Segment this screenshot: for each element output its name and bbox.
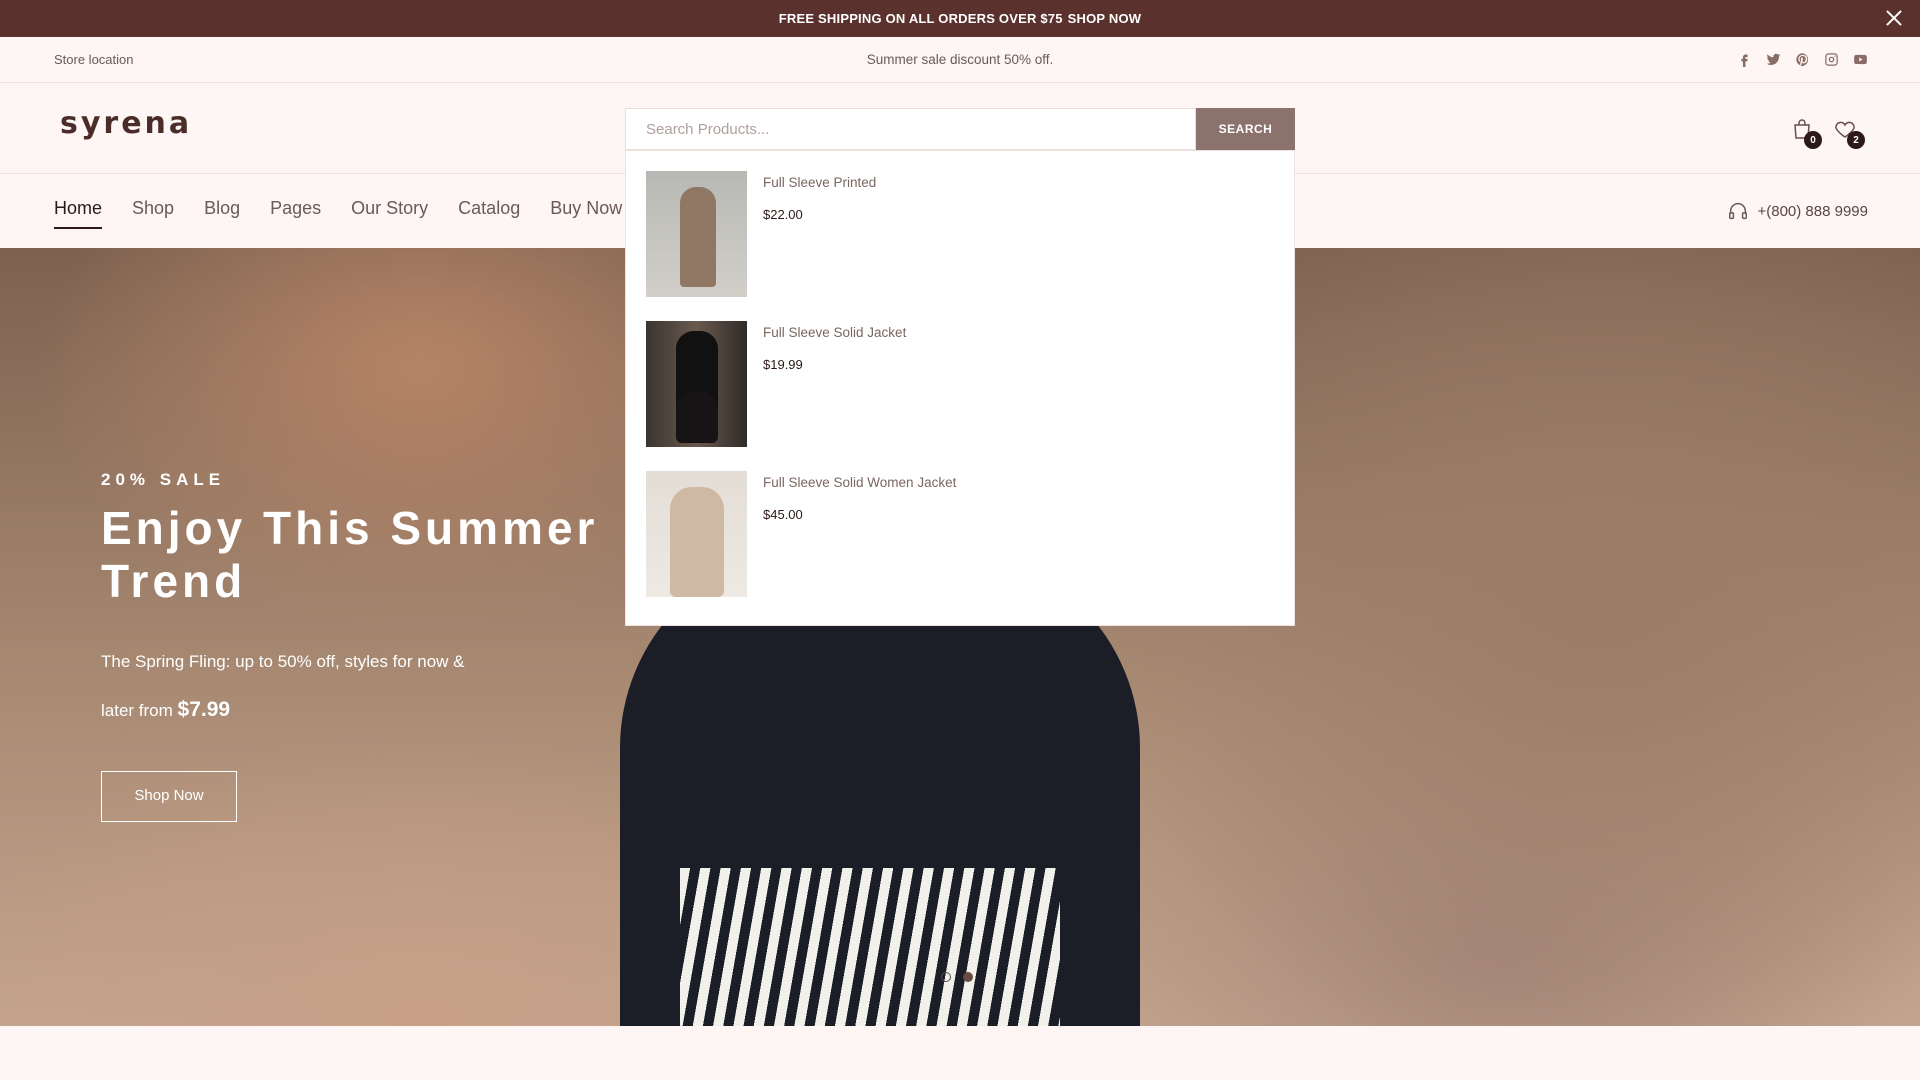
nav-item-home[interactable]: Home (54, 198, 103, 229)
facebook-icon[interactable] (1737, 52, 1752, 67)
hero-image-skirt (680, 868, 1060, 1026)
slide-dot-2[interactable] (963, 972, 973, 982)
product-thumbnail (646, 471, 747, 597)
shop-now-button[interactable]: Shop Now (101, 771, 237, 822)
phone-contact[interactable]: +(800) 888 9999 (1727, 200, 1868, 222)
search-button[interactable]: SEARCH (1196, 108, 1295, 150)
promo-text: Summer sale discount 50% off. (866, 52, 1054, 67)
search-results-dropdown: Full Sleeve Printed $22.00 Full Sleeve S… (625, 150, 1295, 626)
hero-subtitle: The Spring Fling: up to 50% off, styles … (101, 638, 531, 735)
nav-item-blog[interactable]: Blog (204, 198, 240, 229)
product-price: $45.00 (763, 507, 803, 522)
pinterest-icon[interactable] (1795, 52, 1810, 67)
cart-button[interactable]: 0 (1790, 117, 1822, 149)
store-location-link[interactable]: Store location (54, 52, 134, 67)
search-result-item[interactable]: Full Sleeve Printed $22.00 (646, 171, 1246, 297)
wishlist-count-badge: 2 (1847, 131, 1865, 149)
close-icon[interactable] (1882, 6, 1906, 30)
search-bar: SEARCH (625, 108, 1295, 150)
nav-item-catalog[interactable]: Catalog (458, 198, 520, 229)
search-input[interactable] (625, 108, 1196, 150)
announcement-bar: FREE SHIPPING ON ALL ORDERS OVER $75 SHO… (0, 0, 1920, 37)
youtube-icon[interactable] (1853, 52, 1868, 67)
hero-title: Enjoy This Summer Trend (101, 502, 599, 607)
phone-number: +(800) 888 9999 (1757, 202, 1868, 220)
hero-price: $7.99 (177, 698, 231, 721)
hero-subtitle-line1: The Spring Fling: up to 50% off, styles … (101, 652, 465, 671)
instagram-icon[interactable] (1824, 52, 1839, 67)
site-logo[interactable]: syrena (60, 106, 192, 141)
product-name[interactable]: Full Sleeve Solid Jacket (763, 325, 906, 340)
hero-tag: 20% SALE (101, 470, 226, 489)
shop-now-link[interactable]: SHOP NOW (1068, 11, 1142, 26)
product-name[interactable]: Full Sleeve Solid Women Jacket (763, 475, 956, 490)
nav-menu: Home Shop Blog Pages Our Story Catalog B… (54, 198, 652, 229)
hero-subtitle-line2: later from (101, 701, 173, 720)
nav-item-shop[interactable]: Shop (132, 198, 174, 229)
nav-item-buy-now[interactable]: Buy Now (550, 198, 622, 229)
top-bar: Store location Summer sale discount 50% … (0, 37, 1920, 83)
slide-dot-1[interactable] (941, 972, 951, 982)
headphones-icon (1729, 203, 1748, 220)
product-price: $22.00 (763, 207, 803, 222)
product-thumbnail (646, 321, 747, 447)
search-result-item[interactable]: Full Sleeve Solid Women Jacket $45.00 (646, 471, 1246, 597)
product-name[interactable]: Full Sleeve Printed (763, 175, 876, 190)
social-links (1737, 52, 1868, 67)
product-thumbnail (646, 171, 747, 297)
nav-item-pages[interactable]: Pages (270, 198, 321, 229)
wishlist-button[interactable]: 2 (1833, 117, 1865, 149)
product-price: $19.99 (763, 357, 803, 372)
announcement-text: FREE SHIPPING ON ALL ORDERS OVER $75 (778, 11, 1063, 26)
search-result-item[interactable]: Full Sleeve Solid Jacket $19.99 (646, 321, 1246, 447)
twitter-icon[interactable] (1766, 52, 1781, 67)
cart-count-badge: 0 (1804, 131, 1822, 149)
hero-content: 20% SALE Enjoy This Summer Trend The Spr… (101, 470, 601, 822)
nav-item-our-story[interactable]: Our Story (351, 198, 428, 229)
slider-dots (941, 972, 973, 982)
